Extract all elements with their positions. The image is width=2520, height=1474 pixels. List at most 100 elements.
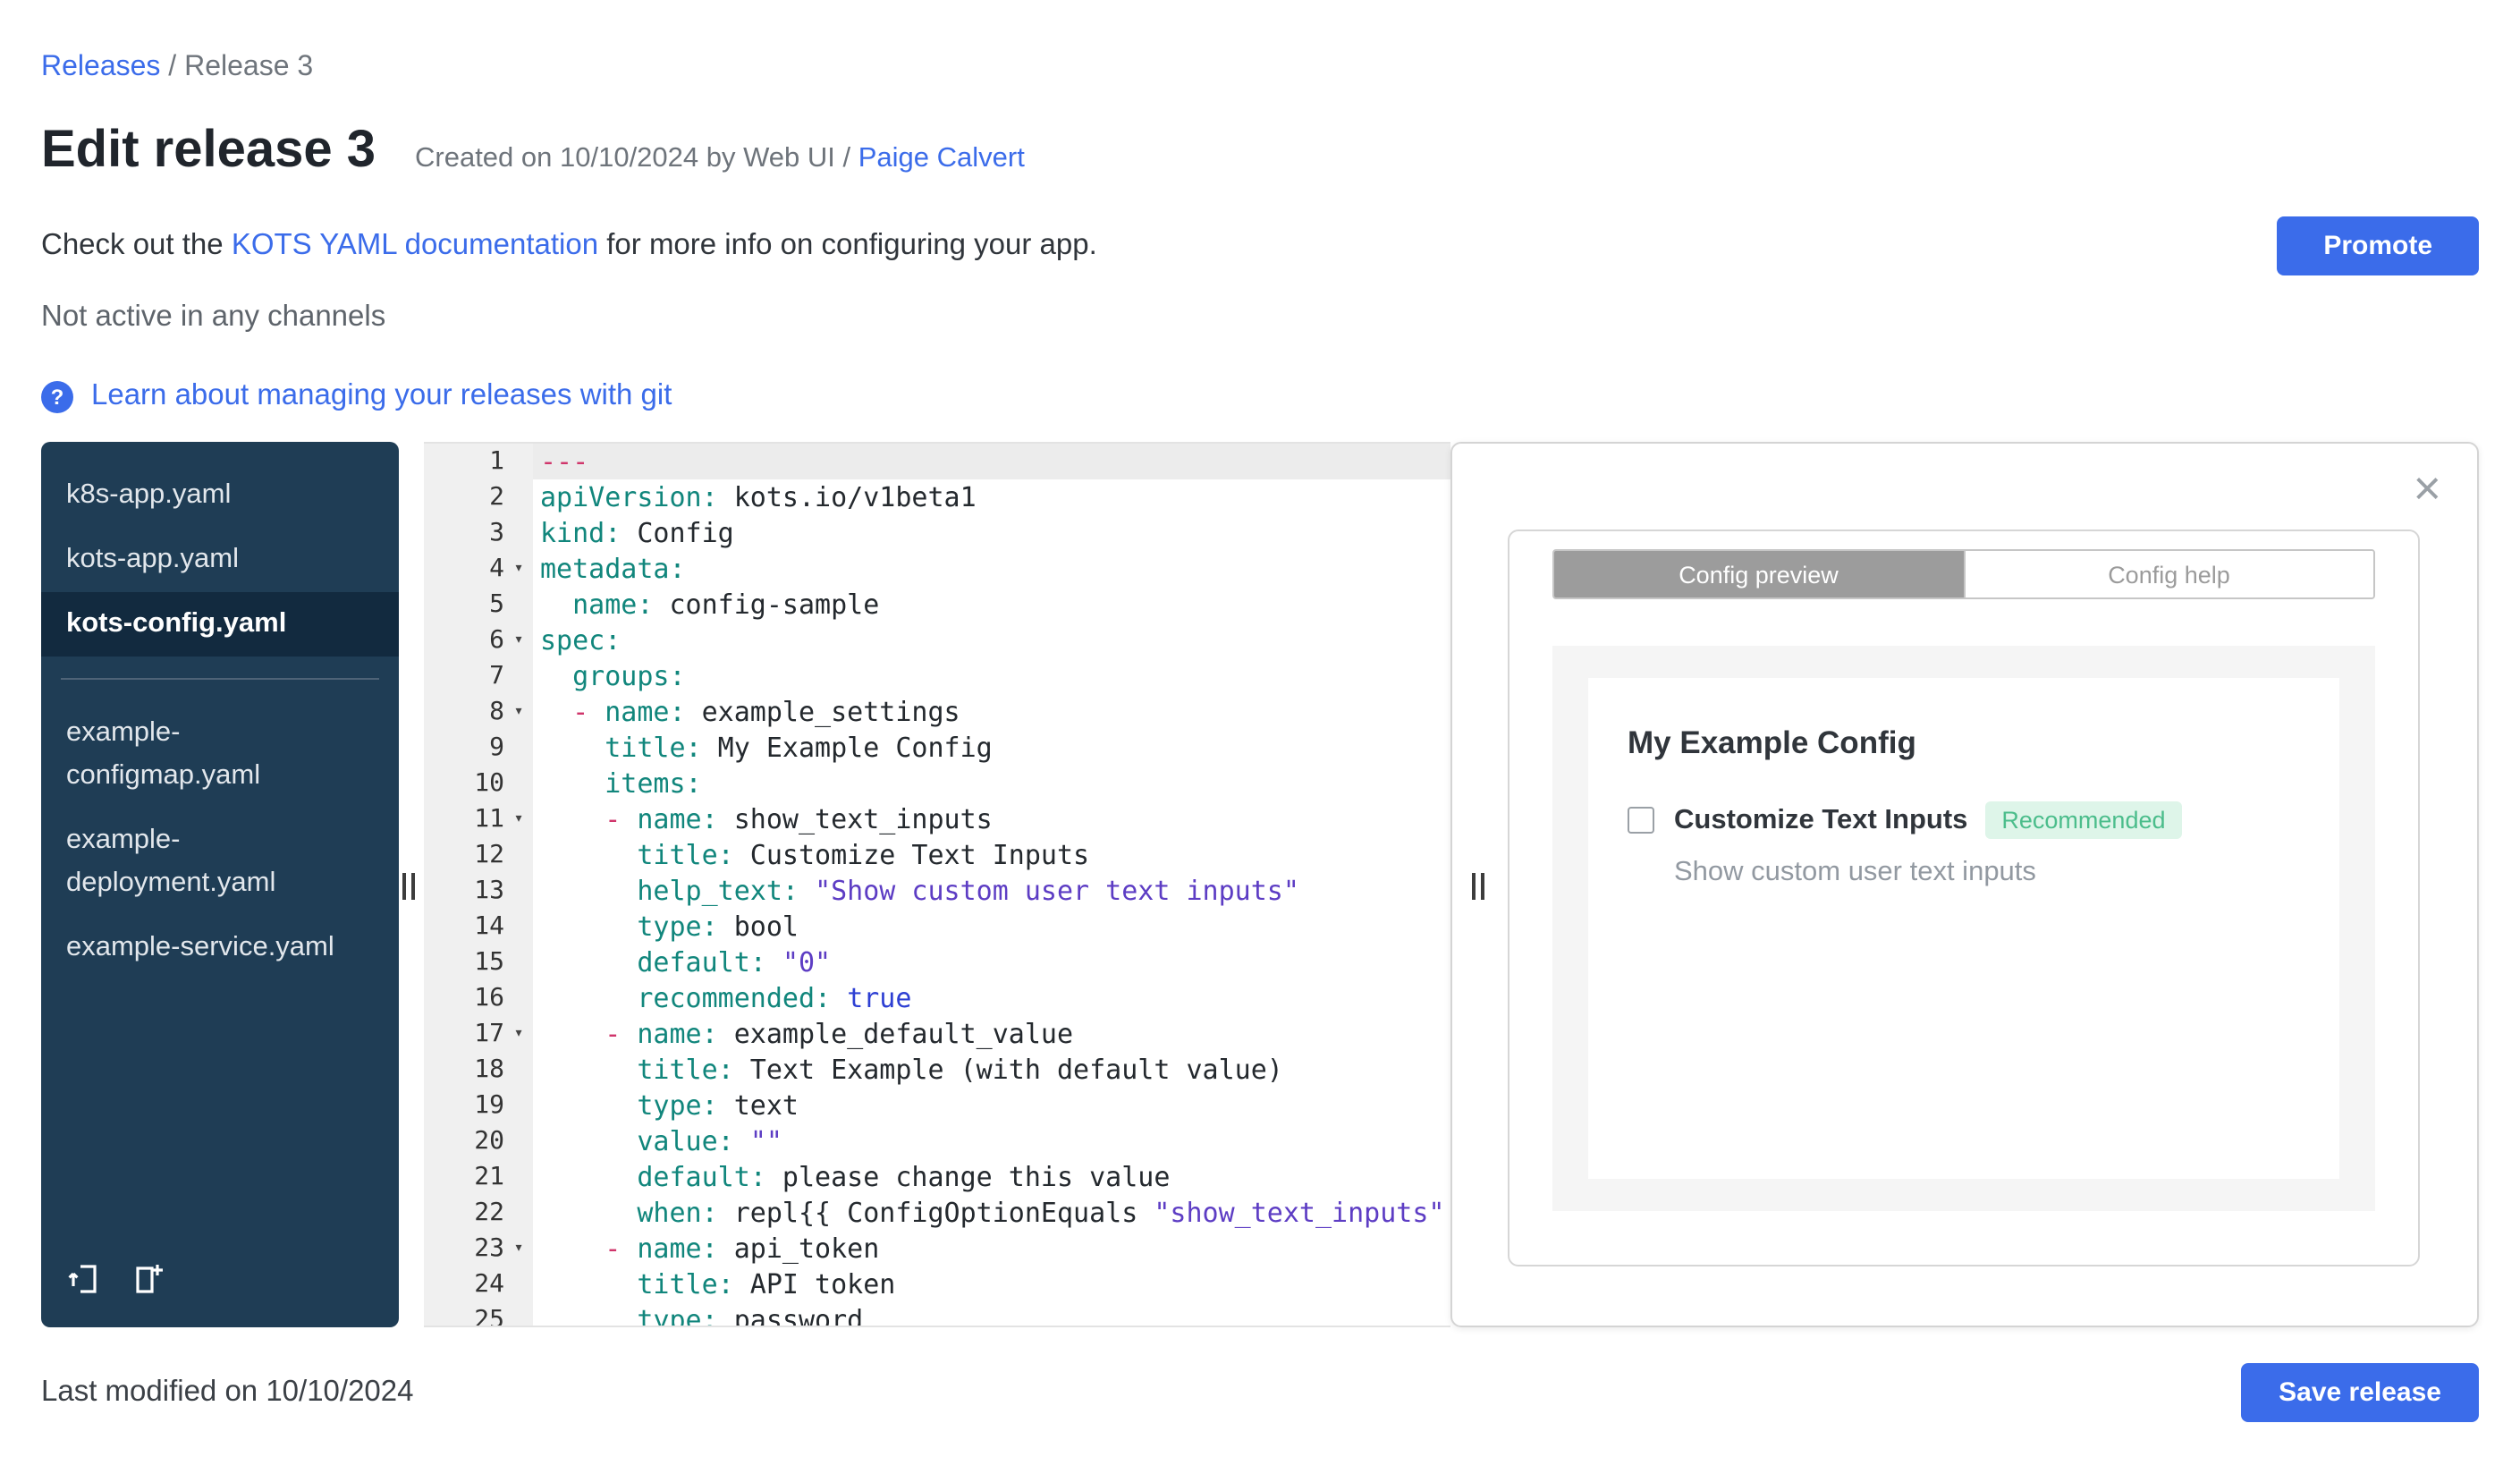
kots-docs-link[interactable]: KOTS YAML documentation [232, 229, 598, 261]
code-text[interactable]: - name: example_default_value [533, 1016, 1450, 1052]
promote-button[interactable]: Promote [2277, 216, 2479, 275]
code-text[interactable]: when: repl{{ ConfigOptionEquals "show_te… [533, 1195, 1450, 1231]
help-icon[interactable]: ? [41, 380, 73, 412]
code-text[interactable]: default: please change this value [533, 1159, 1450, 1195]
fold-toggle-icon[interactable]: ▾ [504, 1231, 533, 1266]
code-text[interactable]: help_text: "Show custom user text inputs… [533, 873, 1450, 909]
code-line-22[interactable]: 22 when: repl{{ ConfigOptionEquals "show… [424, 1195, 1450, 1231]
import-file-icon[interactable] [66, 1261, 102, 1306]
code-text[interactable]: title: Text Example (with default value) [533, 1052, 1450, 1088]
code-line-10[interactable]: 10 items: [424, 766, 1450, 801]
code-line-14[interactable]: 14 type: bool [424, 909, 1450, 945]
code-line-24[interactable]: 24 title: API token [424, 1266, 1450, 1302]
code-line-1[interactable]: 1 --- [424, 444, 1450, 479]
code-line-5[interactable]: 5 name: config-sample [424, 587, 1450, 623]
gutter-cell: 11 ▾ [424, 801, 533, 837]
new-file-icon[interactable] [131, 1261, 166, 1306]
gutter-cell: 3 [424, 515, 533, 551]
code-line-20[interactable]: 20 value: "" [424, 1123, 1450, 1159]
sidebar-file-example-service.yaml[interactable]: example-service.yaml [41, 916, 399, 980]
close-icon[interactable]: × [2413, 464, 2441, 513]
created-info: Created on 10/10/2024 by Web UI / Paige … [415, 143, 1025, 175]
code-line-18[interactable]: 18 title: Text Example (with default val… [424, 1052, 1450, 1088]
gutter-cell: 21 [424, 1159, 533, 1195]
code-line-3[interactable]: 3 kind: Config [424, 515, 1450, 551]
line-number: 2 [489, 483, 504, 512]
code-text[interactable]: - name: show_text_inputs [533, 801, 1450, 837]
code-line-2[interactable]: 2 apiVersion: kots.io/v1beta1 [424, 479, 1450, 515]
code-text[interactable]: type: text [533, 1088, 1450, 1123]
code-text[interactable]: spec: [533, 623, 1450, 658]
git-releases-link[interactable]: Learn about managing your releases with … [91, 379, 672, 413]
sidebar-file-kots-config.yaml[interactable]: kots-config.yaml [41, 592, 399, 657]
line-number: 17 [474, 1020, 504, 1048]
code-line-11[interactable]: 11 ▾ - name: show_text_inputs [424, 801, 1450, 837]
sidebar-file-example-configmap.yaml[interactable]: example-configmap.yaml [41, 701, 399, 809]
pane-resize-handle-left[interactable] [402, 873, 415, 900]
code-text[interactable]: type: password [533, 1302, 1450, 1326]
code-line-19[interactable]: 19 type: text [424, 1088, 1450, 1123]
fold-toggle-icon[interactable]: ▾ [504, 623, 533, 658]
code-text[interactable]: title: API token [533, 1266, 1450, 1302]
fold-toggle-icon[interactable]: ▾ [504, 801, 533, 837]
gutter-cell: 20 [424, 1123, 533, 1159]
code-text[interactable]: items: [533, 766, 1450, 801]
breadcrumb-current: Release 3 [184, 52, 314, 82]
code-line-7[interactable]: 7 groups: [424, 658, 1450, 694]
customize-text-inputs-checkbox[interactable] [1628, 807, 1654, 834]
code-line-25[interactable]: 25 type: password [424, 1302, 1450, 1326]
code-line-15[interactable]: 15 default: "0" [424, 945, 1450, 980]
code-text[interactable]: title: Customize Text Inputs [533, 837, 1450, 873]
line-number: 6 [489, 626, 504, 655]
code-text[interactable]: metadata: [533, 551, 1450, 587]
fold-toggle-icon[interactable]: ▾ [504, 1016, 533, 1052]
line-number: 20 [474, 1127, 504, 1156]
code-line-17[interactable]: 17 ▾ - name: example_default_value [424, 1016, 1450, 1052]
code-text[interactable]: default: "0" [533, 945, 1450, 980]
fold-toggle-icon[interactable]: ▾ [504, 551, 533, 587]
yaml-editor[interactable]: 1 --- 2 apiVersion: kots.io/v1beta1 3 kind: C… [424, 442, 1450, 1327]
sidebar-file-example-deployment.yaml[interactable]: example-deployment.yaml [41, 809, 399, 916]
code-text[interactable]: apiVersion: kots.io/v1beta1 [533, 479, 1450, 515]
code-line-21[interactable]: 21 default: please change this value [424, 1159, 1450, 1195]
sidebar-file-k8s-app.yaml[interactable]: k8s-app.yaml [41, 463, 399, 528]
code-text[interactable]: value: "" [533, 1123, 1450, 1159]
code-text[interactable]: --- [533, 444, 1450, 479]
author-link[interactable]: Paige Calvert [858, 143, 1025, 174]
save-release-button[interactable]: Save release [2241, 1363, 2479, 1422]
code-text[interactable]: recommended: true [533, 980, 1450, 1016]
code-line-6[interactable]: 6 ▾ spec: [424, 623, 1450, 658]
pane-resize-handle-right[interactable] [1472, 873, 1484, 900]
page-footer: Last modified on 10/10/2024 Save release [41, 1363, 2479, 1422]
gutter-cell: 24 [424, 1266, 533, 1302]
code-line-4[interactable]: 4 ▾ metadata: [424, 551, 1450, 587]
code-line-9[interactable]: 9 title: My Example Config [424, 730, 1450, 766]
code-text[interactable]: type: bool [533, 909, 1450, 945]
tab-config-help[interactable]: Config help [1963, 551, 2373, 597]
gutter-cell: 12 [424, 837, 533, 873]
code-text[interactable]: groups: [533, 658, 1450, 694]
code-line-23[interactable]: 23 ▾ - name: api_token [424, 1231, 1450, 1266]
code-text[interactable]: title: My Example Config [533, 730, 1450, 766]
code-line-13[interactable]: 13 help_text: "Show custom user text inp… [424, 873, 1450, 909]
code-text[interactable]: kind: Config [533, 515, 1450, 551]
gutter-cell: 2 [424, 479, 533, 515]
code-line-8[interactable]: 8 ▾ - name: example_settings [424, 694, 1450, 730]
breadcrumb-releases-link[interactable]: Releases [41, 52, 160, 82]
fold-toggle-icon[interactable]: ▾ [504, 694, 533, 730]
code-text[interactable]: name: config-sample [533, 587, 1450, 623]
code-text[interactable]: - name: example_settings [533, 694, 1450, 730]
line-number: 7 [489, 662, 504, 690]
code-text[interactable]: - name: api_token [533, 1231, 1450, 1266]
line-number: 13 [474, 877, 504, 905]
file-sidebar: k8s-app.yaml kots-app.yaml kots-config.yam… [41, 442, 399, 1327]
tab-config-preview[interactable]: Config preview [1554, 551, 1963, 597]
code-line-16[interactable]: 16 recommended: true [424, 980, 1450, 1016]
code-line-12[interactable]: 12 title: Customize Text Inputs [424, 837, 1450, 873]
sidebar-file-kots-app.yaml[interactable]: kots-app.yaml [41, 528, 399, 592]
line-number: 19 [474, 1091, 504, 1120]
